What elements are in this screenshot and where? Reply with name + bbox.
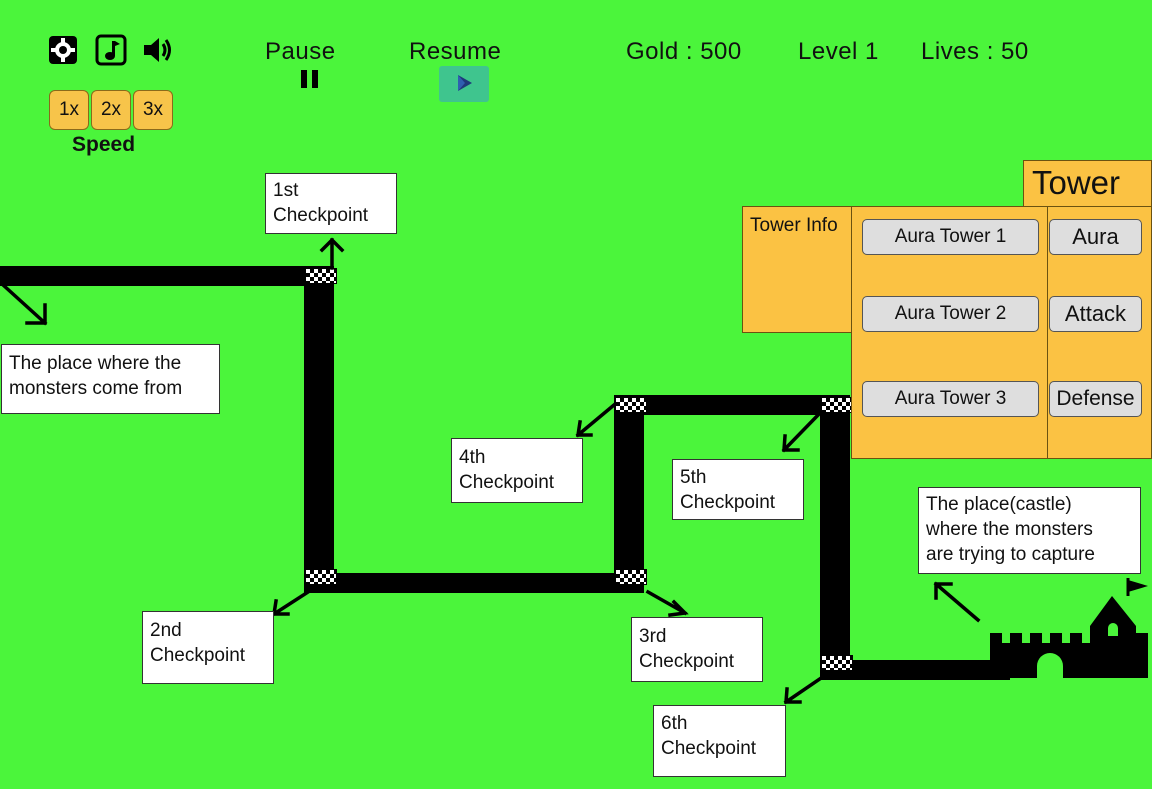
tower-panel-title: Tower (1032, 164, 1121, 201)
checkpoint-1-callout: 1st Checkpoint (265, 173, 397, 234)
checkpoint-3-callout: 3rd Checkpoint (631, 617, 763, 682)
aura-tower-3-button[interactable]: Aura Tower 3 (862, 381, 1039, 417)
checkpoint-4-callout: 4th Checkpoint (451, 438, 583, 503)
tower-info-label: Tower Info (750, 215, 838, 236)
defense-category-button[interactable]: Defense (1049, 381, 1142, 417)
checkpoint-6-callout: 6th Checkpoint (653, 705, 786, 777)
checkpoint-2-callout: 2nd Checkpoint (142, 611, 274, 684)
castle-callout: The place(castle) where the monsters are… (918, 487, 1141, 574)
checkpoint-5-callout: 5th Checkpoint (672, 459, 804, 520)
attack-category-button[interactable]: Attack (1049, 296, 1142, 332)
game-stage: 1x 2x 3x Speed Pause Resume Gold : 500 L… (0, 0, 1152, 789)
aura-tower-2-button[interactable]: Aura Tower 2 (862, 296, 1039, 332)
aura-tower-1-button[interactable]: Aura Tower 1 (862, 219, 1039, 255)
tower-info-panel: Tower Info (742, 206, 853, 333)
tower-panel-header: Tower (1023, 160, 1152, 208)
spawn-point-callout: The place where the monsters come from (1, 344, 220, 414)
aura-category-button[interactable]: Aura (1049, 219, 1142, 255)
